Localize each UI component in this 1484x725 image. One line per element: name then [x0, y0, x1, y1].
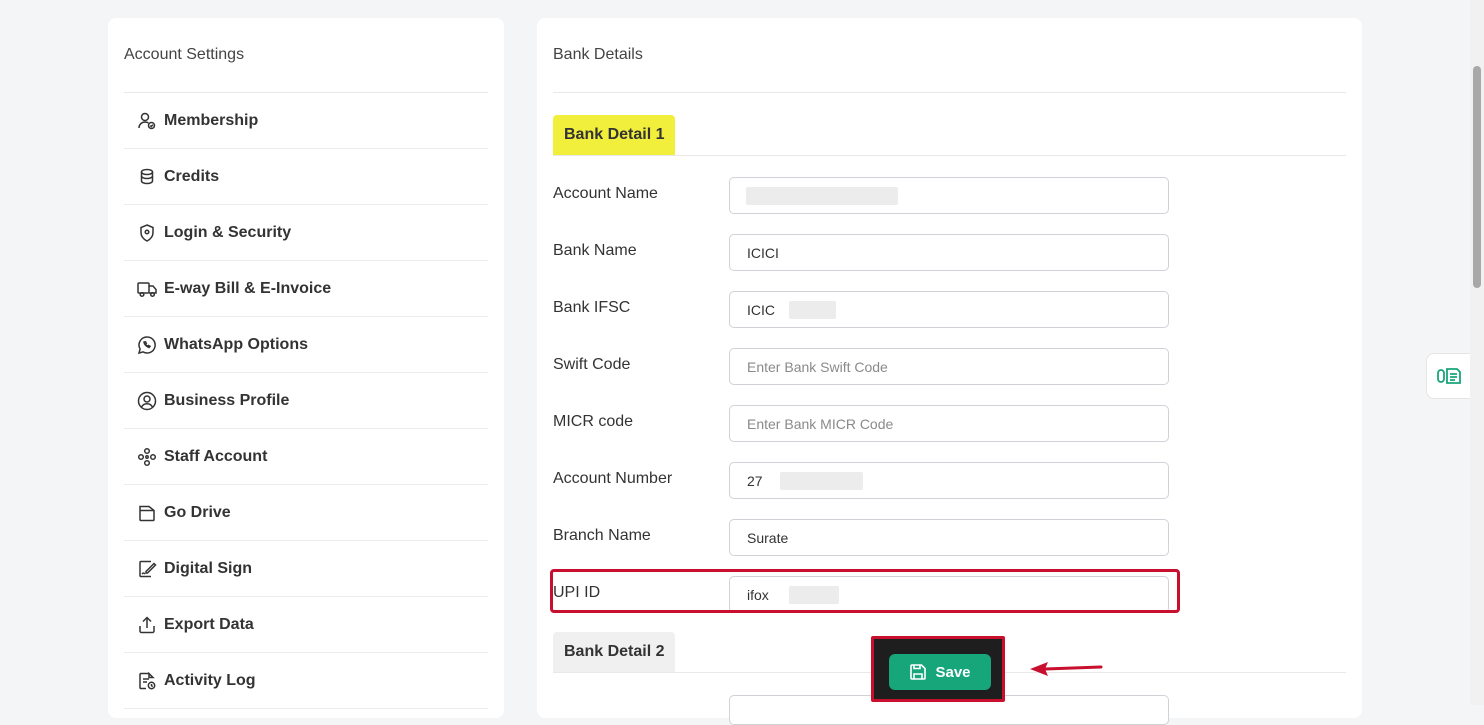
coins-icon: [136, 166, 158, 188]
account-name-row: Account Name: [553, 177, 1346, 234]
branch-name-row: Branch Name: [553, 519, 1346, 576]
sidebar-item-staff-account[interactable]: Staff Account: [124, 429, 488, 485]
sidebar-item-label: Go Drive: [164, 503, 231, 521]
bank-detail-1-tab-row: Bank Detail 1: [553, 115, 1346, 156]
guide-icon: [1437, 368, 1461, 384]
scrollbar-thumb[interactable]: [1473, 66, 1481, 288]
upi-id-row: UPI ID: [550, 569, 1346, 633]
bank-details-panel: Bank Details Bank Detail 1 Account Name …: [537, 18, 1362, 725]
save-highlight-box: Save: [871, 636, 1005, 702]
sidebar-item-label: Login & Security: [164, 223, 292, 241]
sidebar-item-label: Staff Account: [164, 447, 268, 465]
sidebar-item-digital-sign[interactable]: Digital Sign: [124, 541, 488, 597]
sidebar-item-activity-log[interactable]: Activity Log: [124, 653, 488, 709]
account-name-label: Account Name: [553, 185, 658, 202]
sidebar-item-label: Business Profile: [164, 391, 290, 409]
swift-code-input[interactable]: [729, 348, 1169, 385]
account-number-row: Account Number: [553, 462, 1346, 519]
log-icon: [136, 670, 158, 692]
sidebar-item-label: Credits: [164, 167, 220, 185]
sidebar-item-export-data[interactable]: Export Data: [124, 597, 488, 653]
swift-code-label: Swift Code: [553, 356, 631, 373]
upi-id-label: UPI ID: [553, 584, 601, 601]
account-number-label: Account Number: [553, 470, 673, 487]
sidebar-item-label: Digital Sign: [164, 559, 252, 577]
save-button[interactable]: Save: [889, 654, 991, 690]
user-badge-icon: [136, 110, 158, 132]
sidebar-item-eway-bill[interactable]: E-way Bill & E-Invoice: [124, 261, 488, 317]
shield-icon: [136, 222, 158, 244]
redaction-mask: [789, 586, 839, 604]
save-icon: [910, 664, 927, 680]
upload-icon: [136, 614, 158, 636]
user-circle-icon: [136, 390, 158, 412]
sidebar-item-credits[interactable]: Credits: [124, 149, 488, 205]
bank-ifsc-row: Bank IFSC: [553, 291, 1346, 348]
sidebar-item-label: Membership: [164, 111, 259, 129]
arrow-left-icon: [1030, 662, 1103, 676]
page-scrollbar[interactable]: [1470, 0, 1484, 705]
bank-name-label: Bank Name: [553, 242, 637, 259]
sidebar-item-login-security[interactable]: Login & Security: [124, 205, 488, 261]
micr-code-row: MICR code: [553, 405, 1346, 462]
redaction-mask: [780, 472, 863, 490]
micr-code-label: MICR code: [553, 413, 634, 430]
folder-icon: [136, 502, 158, 524]
bank-ifsc-label: Bank IFSC: [553, 299, 631, 316]
truck-icon: [136, 278, 158, 300]
branch-name-input[interactable]: [729, 519, 1169, 556]
sidebar-item-label: E-way Bill & E-Invoice: [164, 279, 332, 297]
sidebar-item-membership[interactable]: Membership: [124, 93, 488, 149]
tab-bank-detail-1[interactable]: Bank Detail 1: [553, 115, 676, 155]
sidebar-item-label: Activity Log: [164, 671, 256, 689]
team-icon: [136, 446, 158, 468]
whatsapp-icon: [136, 334, 158, 356]
sidebar-title: Account Settings: [124, 18, 488, 93]
floating-help-button[interactable]: [1426, 353, 1472, 399]
tab-bank-detail-2[interactable]: Bank Detail 2: [553, 632, 676, 672]
branch-name-label: Branch Name: [553, 527, 651, 544]
bank-name-row: Bank Name: [553, 234, 1346, 291]
sidebar-item-label: WhatsApp Options: [164, 335, 308, 353]
save-button-label: Save: [935, 663, 971, 681]
settings-sidebar: Account Settings Membership Credits Logi…: [108, 18, 504, 718]
sidebar-item-label: Export Data: [164, 615, 254, 633]
page-title: Bank Details: [553, 18, 1346, 93]
sidebar-item-whatsapp-options[interactable]: WhatsApp Options: [124, 317, 488, 373]
bank-name-input[interactable]: [729, 234, 1169, 271]
signature-icon: [136, 558, 158, 580]
sidebar-item-go-drive[interactable]: Go Drive: [124, 485, 488, 541]
redaction-mask: [789, 301, 836, 319]
redaction-mask: [746, 187, 898, 205]
sidebar-item-business-profile[interactable]: Business Profile: [124, 373, 488, 429]
swift-code-row: Swift Code: [553, 348, 1346, 405]
micr-code-input[interactable]: [729, 405, 1169, 442]
